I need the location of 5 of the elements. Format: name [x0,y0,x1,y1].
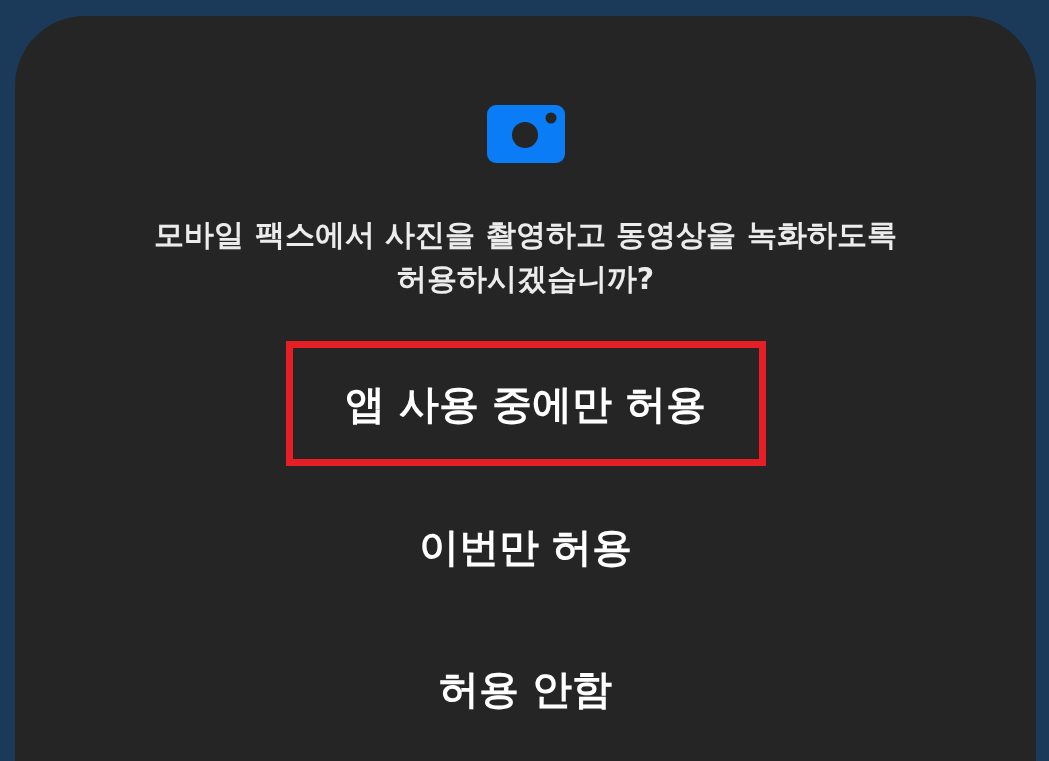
permission-option[interactable]: 이번만 허용 [285,486,766,608]
camera-icon [486,105,565,163]
permission-option[interactable]: 허용 안함 [285,628,766,750]
permission-option[interactable]: 앱 사용 중에만 허용 [285,341,766,466]
permission-message: 모바일 팩스에서 사진을 촬영하고 동영상을 녹화하도록 허용하시겠습니까? [153,216,898,298]
